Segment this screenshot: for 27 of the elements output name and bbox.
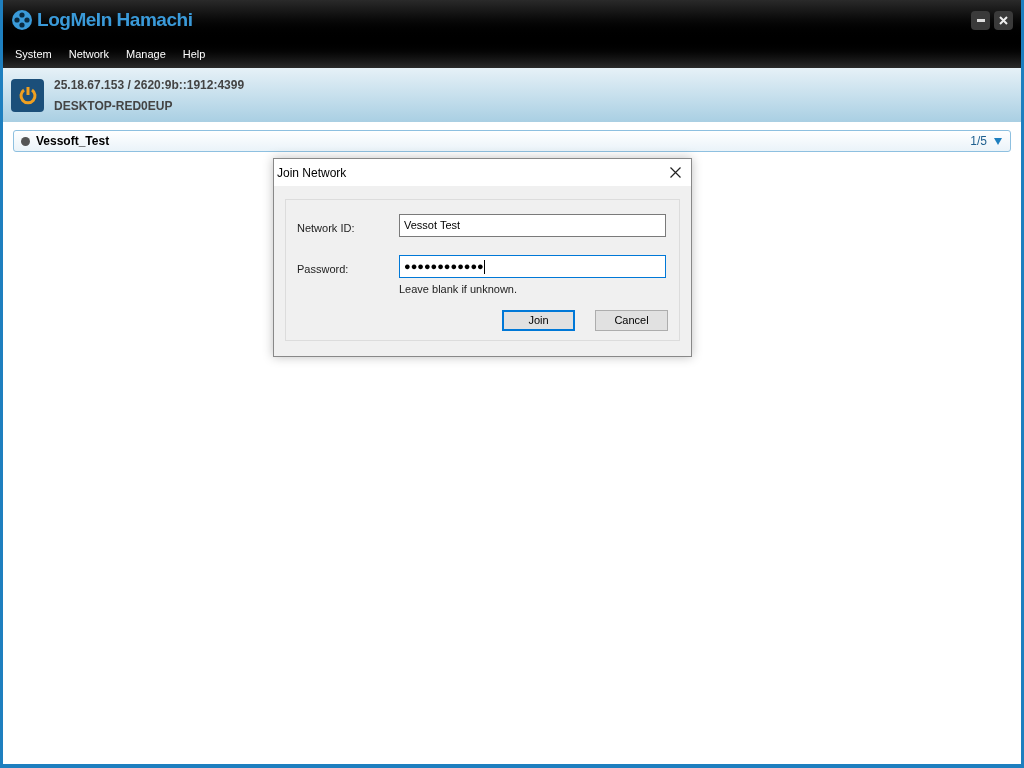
input-field[interactable]: ●●●●●●●●●●●●	[399, 255, 666, 278]
menu-item[interactable]: Network	[68, 45, 110, 63]
collapse-triangle-icon[interactable]	[993, 136, 1003, 146]
field-label: Network ID:	[297, 221, 356, 236]
menu-item[interactable]: Help	[182, 45, 206, 63]
network-name: Vessoft_Test	[36, 133, 111, 150]
power-icon	[17, 85, 38, 105]
menu-item[interactable]: Manage	[126, 45, 166, 63]
computer-name: DESKTOP-RED0EUP	[54, 97, 174, 115]
ip-address: 25.18.67.153 / 2620:9b::1912:4399	[54, 76, 245, 94]
minimize-icon	[976, 18, 985, 22]
network-header[interactable]: Vessoft_Test 1/5	[13, 130, 1011, 152]
field-label: Password:	[297, 262, 350, 277]
close-icon	[999, 15, 1008, 25]
input-field[interactable]: Vessot Test	[399, 214, 666, 237]
dialog-button[interactable]: Cancel	[595, 309, 668, 331]
close-button[interactable]	[994, 10, 1013, 30]
hint-text: Leave blank if unknown.	[399, 282, 519, 297]
member-count: 1/5	[970, 133, 987, 150]
power-button[interactable]	[11, 78, 44, 112]
minimize-button[interactable]	[971, 10, 990, 30]
dialog-button[interactable]: Join	[502, 309, 575, 331]
app-title: LogMeIn Hamachi	[37, 7, 193, 32]
film-reel-logo-icon	[11, 9, 33, 31]
menu-item[interactable]: System	[15, 45, 52, 63]
close-icon	[669, 167, 681, 178]
dialog-title: Join Network	[277, 164, 348, 182]
